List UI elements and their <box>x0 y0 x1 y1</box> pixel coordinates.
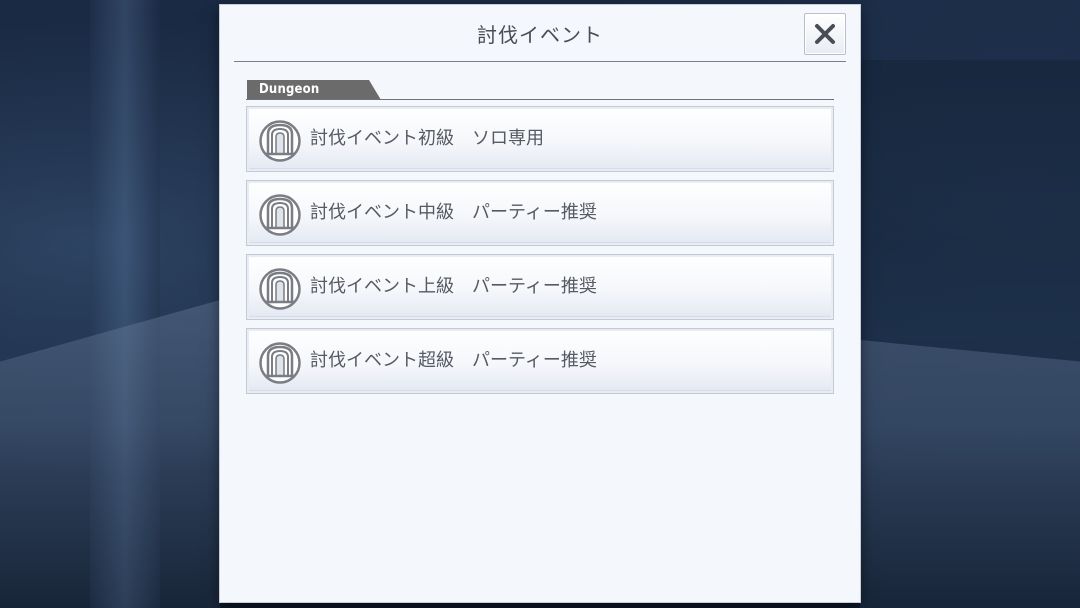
dialog-title: 討伐イベント <box>477 22 603 47</box>
dungeon-item-label: 討伐イベント上級 パーティー推奨 <box>310 276 597 297</box>
section-divider <box>246 99 834 100</box>
dungeon-item[interactable]: 討伐イベント初級 ソロ専用 <box>246 106 834 172</box>
dungeon-item[interactable]: 討伐イベント上級 パーティー推奨 <box>246 254 834 320</box>
background-ring <box>860 340 1080 608</box>
dungeon-item-label: 討伐イベント超級 パーティー推奨 <box>310 350 597 371</box>
dialog-header: 討伐イベント <box>234 5 846 62</box>
close-icon <box>815 24 835 44</box>
section-label: Dungeon <box>259 82 320 97</box>
dungeon-list: 討伐イベント初級 ソロ専用 討伐イベント中級 パーティー推奨 討伐イベント上級 … <box>246 106 834 402</box>
dungeon-item-label: 討伐イベント中級 パーティー推奨 <box>310 202 597 223</box>
dungeon-item[interactable]: 討伐イベント超級 パーティー推奨 <box>246 328 834 394</box>
close-button[interactable] <box>804 13 846 55</box>
background-wall <box>860 60 1080 340</box>
dungeon-gate-icon <box>259 120 301 162</box>
event-dialog: 討伐イベント Dungeon 討伐イベント初級 ソロ専用 討伐イベント中級 パー… <box>220 5 860 602</box>
dungeon-item[interactable]: 討伐イベント中級 パーティー推奨 <box>246 180 834 246</box>
background-floor <box>0 300 220 608</box>
section-tab: Dungeon <box>247 80 407 100</box>
dungeon-gate-icon <box>259 268 301 310</box>
dungeon-gate-icon <box>259 342 301 384</box>
dungeon-item-label: 討伐イベント初級 ソロ専用 <box>310 128 544 149</box>
dungeon-gate-icon <box>259 194 301 236</box>
